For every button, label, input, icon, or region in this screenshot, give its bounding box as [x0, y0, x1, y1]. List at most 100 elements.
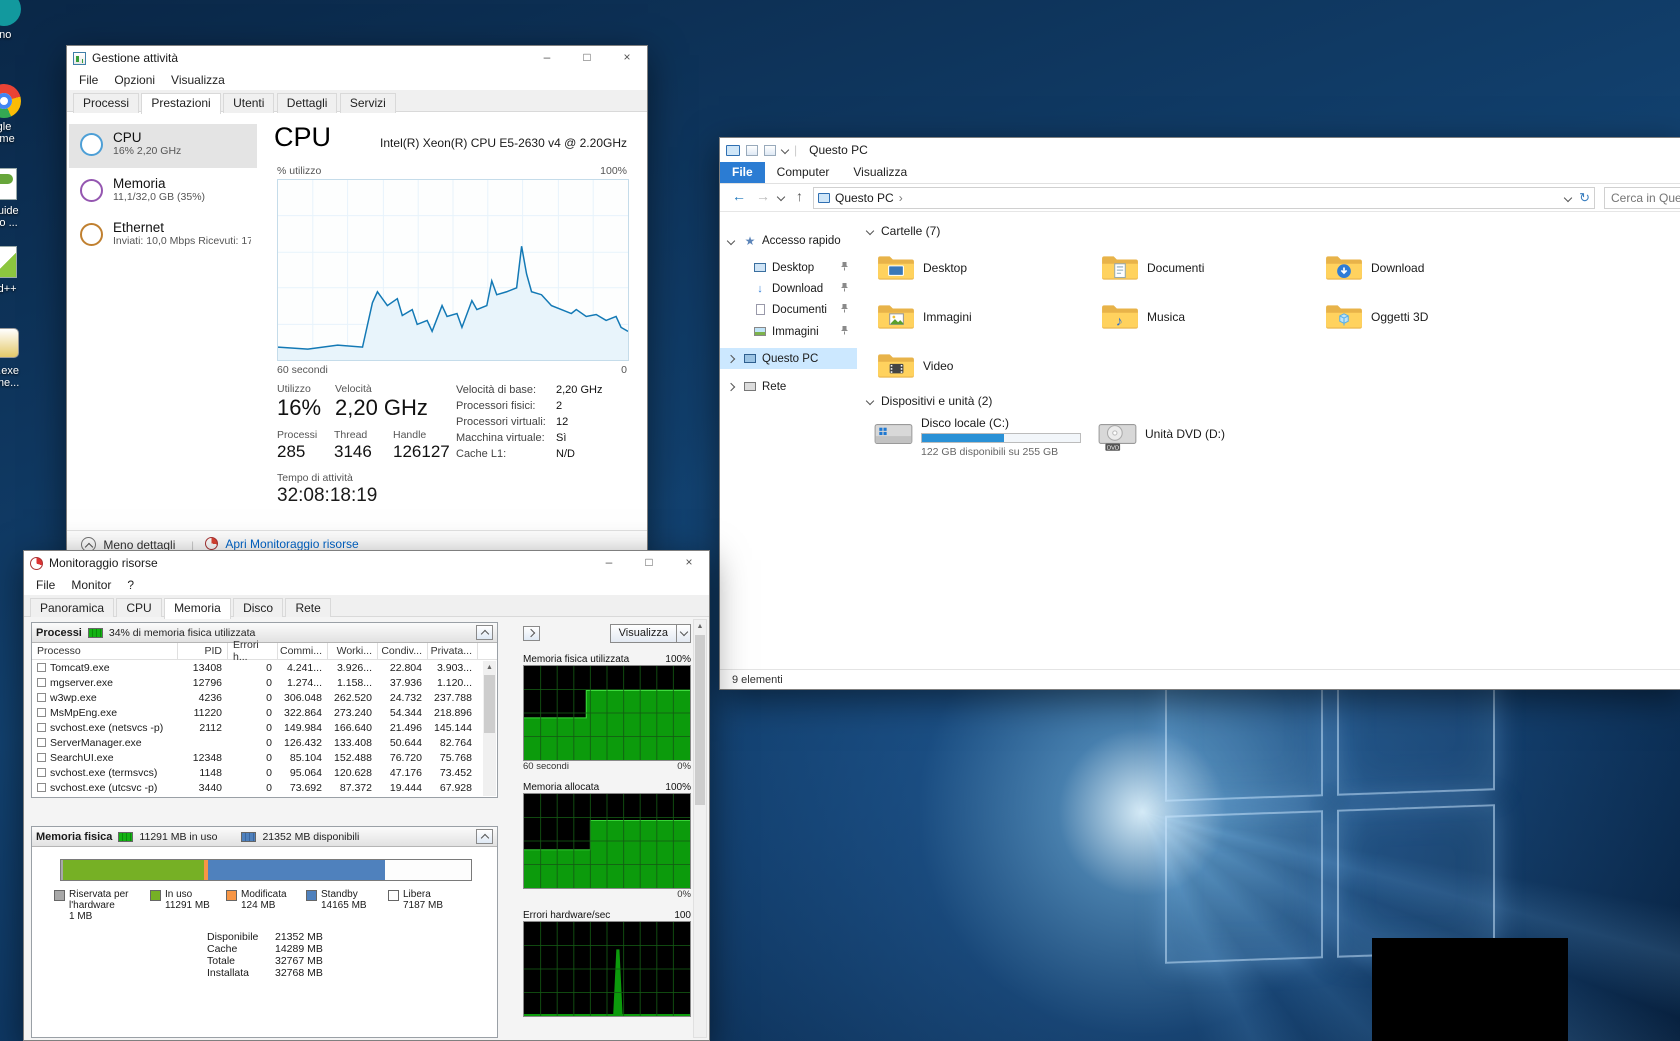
column-processo[interactable]: Processo: [32, 643, 178, 659]
nav-item-rete[interactable]: Rete: [720, 376, 857, 397]
nav-item-documenti[interactable]: Documenti: [720, 299, 857, 320]
row-checkbox[interactable]: [37, 693, 46, 702]
chevron-right-icon[interactable]: [727, 382, 735, 390]
tab-processi[interactable]: Processi: [73, 93, 139, 113]
menu-monitor[interactable]: Monitor: [63, 576, 119, 594]
tab-memoria[interactable]: Memoria: [164, 598, 231, 619]
tab-cpu[interactable]: CPU: [116, 598, 161, 618]
column-working[interactable]: Worki...: [328, 643, 378, 659]
sidebar-item-ethernet[interactable]: Ethernet Inviati: 10,0 Mbps Ricevuti: 17…: [69, 214, 257, 258]
breadcrumb-chevron-icon[interactable]: ›: [899, 191, 903, 205]
table-row[interactable]: svchost.exe (netsvcs -p)21120149.984166.…: [32, 720, 484, 735]
address-dropdown-icon[interactable]: [1564, 194, 1572, 202]
tab-servizi[interactable]: Servizi: [340, 93, 396, 113]
chevron-down-icon[interactable]: [866, 227, 874, 235]
nav-item-download[interactable]: ↓ Download: [720, 278, 857, 299]
folder-tile-video[interactable]: Video: [873, 344, 1088, 388]
folder-tile-documenti[interactable]: Documenti: [1097, 246, 1312, 290]
chevron-down-icon[interactable]: [727, 236, 735, 244]
chevron-down-icon[interactable]: [866, 397, 874, 405]
back-button[interactable]: ←: [732, 188, 746, 204]
desktop-icon[interactable]: gleome: [0, 84, 34, 145]
row-checkbox[interactable]: [37, 768, 46, 777]
folders-section-header[interactable]: Cartelle (7): [867, 224, 940, 238]
device-tile-dvd-d[interactable]: DVD Unità DVD (D:): [1097, 416, 1225, 452]
menu-visualizza[interactable]: Visualizza: [163, 71, 233, 89]
nav-item-questo-pc[interactable]: Questo PC: [720, 348, 857, 369]
nav-item-immagini[interactable]: Immagini: [720, 321, 857, 342]
table-row[interactable]: ServerManager.exe0126.432133.40850.64482…: [32, 735, 484, 750]
visualizza-dropdown[interactable]: Visualizza: [610, 624, 691, 643]
column-condivisa[interactable]: Condiv...: [378, 643, 428, 659]
minimize-button[interactable]: –: [527, 46, 567, 70]
resource-monitor-titlebar[interactable]: Monitoraggio risorse – □ ×: [24, 551, 709, 575]
search-input[interactable]: [1605, 188, 1680, 208]
folder-tile-immagini[interactable]: Immagini: [873, 295, 1088, 339]
tab-prestazioni[interactable]: Prestazioni: [141, 93, 220, 114]
desktop-icon[interactable]: ino: [0, 0, 34, 41]
explorer-titlebar[interactable]: | Questo PC: [720, 138, 1680, 162]
folder-tile-oggetti-3d[interactable]: Oggetti 3D: [1321, 295, 1536, 339]
folder-tile-musica[interactable]: ♪ Musica: [1097, 295, 1312, 339]
menu-file[interactable]: File: [71, 71, 106, 89]
table-row[interactable]: svchost.exe (termsvcs)1148095.064120.628…: [32, 765, 484, 780]
scroll-thumb[interactable]: [695, 635, 705, 805]
window-scrollbar[interactable]: ▲: [693, 619, 707, 1038]
tab-utenti[interactable]: Utenti: [223, 93, 274, 113]
collapse-section-button[interactable]: [476, 625, 493, 640]
table-row[interactable]: w3wp.exe42360306.048262.52024.732237.788: [32, 690, 484, 705]
table-row[interactable]: svchost.exe (utcsvc -p)3440073.69287.372…: [32, 780, 484, 795]
nav-quick-access[interactable]: ★ Accesso rapido: [720, 230, 857, 251]
menu-help[interactable]: ?: [119, 576, 142, 594]
desktop-icon[interactable]: Guidecro ...: [0, 168, 34, 229]
menu-file[interactable]: File: [28, 576, 63, 594]
table-row[interactable]: mgserver.exe1279601.274...1.158...37.936…: [32, 675, 484, 690]
tab-visualizza[interactable]: Visualizza: [841, 162, 919, 183]
scroll-thumb[interactable]: [484, 675, 495, 733]
tab-panoramica[interactable]: Panoramica: [30, 598, 114, 618]
desktop-icon[interactable]: ad++: [0, 246, 34, 295]
maximize-button[interactable]: □: [629, 551, 669, 575]
minimize-button[interactable]: –: [589, 551, 629, 575]
column-pid[interactable]: PID: [178, 643, 228, 659]
recent-locations-icon[interactable]: [777, 193, 785, 201]
task-manager-titlebar[interactable]: Gestione attività – □ ×: [67, 46, 647, 70]
row-checkbox[interactable]: [37, 738, 46, 747]
memory-section-header[interactable]: Memoria fisica 11291 MB in uso 21352 MB …: [32, 827, 497, 847]
folder-tile-desktop[interactable]: Desktop: [873, 246, 1088, 290]
quick-access-toolbar-icon[interactable]: [764, 145, 776, 156]
tab-rete[interactable]: Rete: [285, 598, 330, 618]
column-privata[interactable]: Privata...: [428, 643, 478, 659]
row-checkbox[interactable]: [37, 783, 46, 792]
menu-opzioni[interactable]: Opzioni: [106, 71, 163, 89]
scroll-up-arrow[interactable]: ▲: [483, 661, 496, 674]
devices-section-header[interactable]: Dispositivi e unità (2): [867, 394, 992, 408]
collapse-section-button[interactable]: [476, 829, 493, 844]
expand-panel-button[interactable]: [523, 626, 540, 641]
breadcrumb[interactable]: Questo PC: [835, 191, 894, 205]
row-checkbox[interactable]: [37, 753, 46, 762]
address-bar[interactable]: Questo PC › ↻: [813, 187, 1595, 209]
chevron-right-icon[interactable]: [727, 354, 735, 362]
forward-button[interactable]: →: [756, 188, 770, 204]
process-table-scrollbar[interactable]: ▲: [483, 661, 496, 796]
nav-item-desktop[interactable]: Desktop: [720, 257, 857, 278]
open-resource-monitor-link[interactable]: Apri Monitoraggio risorse: [205, 537, 359, 551]
tab-computer[interactable]: Computer: [765, 162, 842, 183]
column-commit[interactable]: Commi...: [278, 643, 328, 659]
tab-disco[interactable]: Disco: [233, 598, 283, 618]
tab-file[interactable]: File: [720, 162, 765, 183]
sidebar-item-memoria[interactable]: Memoria 11,1/32,0 GB (35%): [69, 170, 257, 214]
folder-tile-download[interactable]: Download: [1321, 246, 1536, 290]
search-box[interactable]: [1604, 187, 1680, 209]
sidebar-item-cpu[interactable]: CPU 16% 2,20 GHz: [69, 124, 257, 168]
dropdown-arrow-icon[interactable]: [676, 625, 690, 642]
row-checkbox[interactable]: [37, 678, 46, 687]
device-tile-disco-c[interactable]: Disco locale (C:) 122 GB disponibili su …: [873, 416, 1081, 458]
table-row[interactable]: SearchUI.exe12348085.104152.48876.72075.…: [32, 750, 484, 765]
scroll-up-arrow[interactable]: ▲: [694, 620, 706, 634]
table-row[interactable]: MsMpEng.exe112200322.864273.24054.344218…: [32, 705, 484, 720]
qat-customize-icon[interactable]: [781, 146, 789, 154]
close-button[interactable]: ×: [669, 551, 709, 575]
quick-access-toolbar-icon[interactable]: [746, 145, 758, 156]
